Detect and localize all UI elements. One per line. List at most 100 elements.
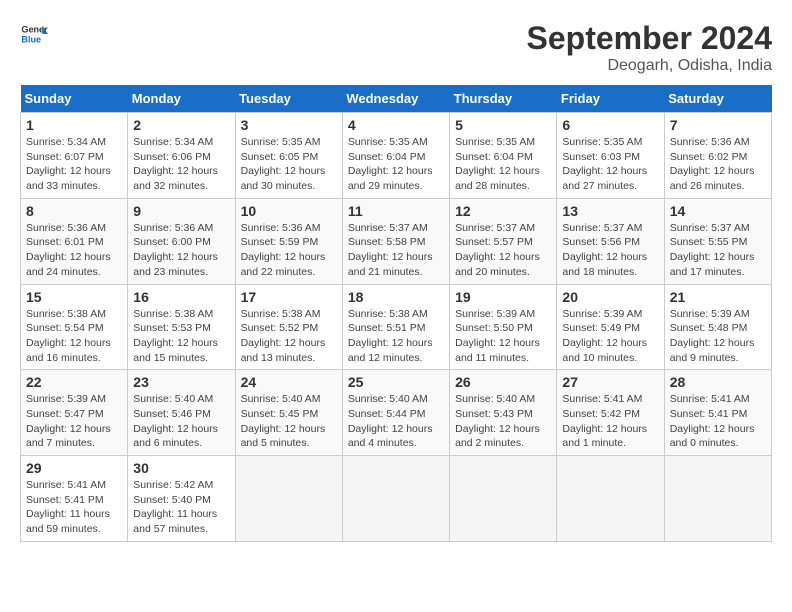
day-number: 19 — [455, 289, 551, 305]
day-number: 25 — [348, 374, 444, 390]
day-number: 26 — [455, 374, 551, 390]
day-number: 1 — [26, 117, 122, 133]
calendar-cell: 7 Sunrise: 5:36 AMSunset: 6:02 PMDaylight… — [664, 113, 771, 199]
column-header-thursday: Thursday — [450, 85, 557, 113]
day-info: Sunrise: 5:37 AMSunset: 5:57 PMDaylight:… — [455, 221, 551, 280]
day-number: 9 — [133, 203, 229, 219]
day-number: 20 — [562, 289, 658, 305]
day-info: Sunrise: 5:37 AMSunset: 5:55 PMDaylight:… — [670, 221, 766, 280]
calendar-cell: 15 Sunrise: 5:38 AMSunset: 5:54 PMDayligh… — [21, 284, 128, 370]
calendar-cell: 30Sunrise: 5:42 AMSunset: 5:40 PMDayligh… — [128, 456, 235, 542]
calendar-cell: 18 Sunrise: 5:38 AMSunset: 5:51 PMDayligh… — [342, 284, 449, 370]
column-header-sunday: Sunday — [21, 85, 128, 113]
calendar-cell: 12 Sunrise: 5:37 AMSunset: 5:57 PMDayligh… — [450, 198, 557, 284]
day-number: 15 — [26, 289, 122, 305]
header-row: SundayMondayTuesdayWednesdayThursdayFrid… — [21, 85, 772, 113]
logo-icon: General Blue — [20, 20, 48, 48]
day-number: 2 — [133, 117, 229, 133]
calendar-cell — [342, 456, 449, 542]
calendar-cell — [557, 456, 664, 542]
day-number: 8 — [26, 203, 122, 219]
day-info: Sunrise: 5:38 AMSunset: 5:53 PMDaylight:… — [133, 307, 229, 366]
calendar-cell: 13Sunrise: 5:37 AMSunset: 5:56 PMDayligh… — [557, 198, 664, 284]
day-number: 6 — [562, 117, 658, 133]
week-row-3: 15 Sunrise: 5:38 AMSunset: 5:54 PMDayligh… — [21, 284, 772, 370]
day-info: Sunrise: 5:37 AMSunset: 5:58 PMDaylight:… — [348, 221, 444, 280]
month-title: September 2024 — [527, 20, 772, 57]
svg-text:Blue: Blue — [21, 34, 41, 44]
day-number: 7 — [670, 117, 766, 133]
calendar-cell: 19Sunrise: 5:39 AMSunset: 5:50 PMDayligh… — [450, 284, 557, 370]
location-title: Deogarh, Odisha, India — [527, 57, 772, 75]
calendar-cell: 6Sunrise: 5:35 AMSunset: 6:03 PMDaylight… — [557, 113, 664, 199]
column-header-tuesday: Tuesday — [235, 85, 342, 113]
day-info: Sunrise: 5:38 AMSunset: 5:52 PMDaylight:… — [241, 307, 337, 366]
day-info: Sunrise: 5:36 AMSunset: 6:01 PMDaylight:… — [26, 221, 122, 280]
day-number: 11 — [348, 203, 444, 219]
title-area: September 2024 Deogarh, Odisha, India — [527, 20, 772, 75]
calendar-cell: 29 Sunrise: 5:41 AMSunset: 5:41 PMDayligh… — [21, 456, 128, 542]
calendar-cell — [235, 456, 342, 542]
day-number: 13 — [562, 203, 658, 219]
calendar-cell: 22Sunrise: 5:39 AMSunset: 5:47 PMDayligh… — [21, 370, 128, 456]
day-info: Sunrise: 5:34 AMSunset: 6:07 PMDaylight:… — [26, 135, 122, 194]
calendar-cell: 1 Sunrise: 5:34 AMSunset: 6:07 PMDaylight… — [21, 113, 128, 199]
day-number: 12 — [455, 203, 551, 219]
day-info: Sunrise: 5:40 AMSunset: 5:43 PMDaylight:… — [455, 392, 551, 451]
day-number: 4 — [348, 117, 444, 133]
day-info: Sunrise: 5:39 AMSunset: 5:49 PMDaylight:… — [562, 307, 658, 366]
day-info: Sunrise: 5:35 AMSunset: 6:04 PMDaylight:… — [348, 135, 444, 194]
day-info: Sunrise: 5:35 AMSunset: 6:04 PMDaylight:… — [455, 135, 551, 194]
day-number: 22 — [26, 374, 122, 390]
day-info: Sunrise: 5:36 AMSunset: 6:00 PMDaylight:… — [133, 221, 229, 280]
calendar-cell: 10Sunrise: 5:36 AMSunset: 5:59 PMDayligh… — [235, 198, 342, 284]
day-number: 30 — [133, 460, 229, 476]
day-number: 28 — [670, 374, 766, 390]
calendar-cell: 14 Sunrise: 5:37 AMSunset: 5:55 PMDayligh… — [664, 198, 771, 284]
day-info: Sunrise: 5:38 AMSunset: 5:51 PMDaylight:… — [348, 307, 444, 366]
day-number: 3 — [241, 117, 337, 133]
calendar-table: SundayMondayTuesdayWednesdayThursdayFrid… — [20, 85, 772, 542]
day-info: Sunrise: 5:36 AMSunset: 6:02 PMDaylight:… — [670, 135, 766, 194]
day-number: 5 — [455, 117, 551, 133]
logo: General Blue — [20, 20, 48, 48]
calendar-cell — [664, 456, 771, 542]
day-number: 29 — [26, 460, 122, 476]
calendar-cell: 5 Sunrise: 5:35 AMSunset: 6:04 PMDaylight… — [450, 113, 557, 199]
day-number: 18 — [348, 289, 444, 305]
week-row-2: 8 Sunrise: 5:36 AMSunset: 6:01 PMDaylight… — [21, 198, 772, 284]
calendar-cell: 3 Sunrise: 5:35 AMSunset: 6:05 PMDaylight… — [235, 113, 342, 199]
calendar-cell: 23 Sunrise: 5:40 AMSunset: 5:46 PMDayligh… — [128, 370, 235, 456]
day-info: Sunrise: 5:38 AMSunset: 5:54 PMDaylight:… — [26, 307, 122, 366]
day-number: 21 — [670, 289, 766, 305]
week-row-1: 1 Sunrise: 5:34 AMSunset: 6:07 PMDaylight… — [21, 113, 772, 199]
calendar-cell: 8 Sunrise: 5:36 AMSunset: 6:01 PMDaylight… — [21, 198, 128, 284]
calendar-cell: 16Sunrise: 5:38 AMSunset: 5:53 PMDayligh… — [128, 284, 235, 370]
column-header-wednesday: Wednesday — [342, 85, 449, 113]
day-number: 17 — [241, 289, 337, 305]
column-header-saturday: Saturday — [664, 85, 771, 113]
calendar-cell: 11 Sunrise: 5:37 AMSunset: 5:58 PMDayligh… — [342, 198, 449, 284]
day-info: Sunrise: 5:41 AMSunset: 5:41 PMDaylight:… — [26, 478, 122, 537]
week-row-4: 22Sunrise: 5:39 AMSunset: 5:47 PMDayligh… — [21, 370, 772, 456]
calendar-cell: 26 Sunrise: 5:40 AMSunset: 5:43 PMDayligh… — [450, 370, 557, 456]
calendar-cell — [450, 456, 557, 542]
day-info: Sunrise: 5:40 AMSunset: 5:46 PMDaylight:… — [133, 392, 229, 451]
column-header-friday: Friday — [557, 85, 664, 113]
calendar-cell: 27Sunrise: 5:41 AMSunset: 5:42 PMDayligh… — [557, 370, 664, 456]
day-info: Sunrise: 5:39 AMSunset: 5:48 PMDaylight:… — [670, 307, 766, 366]
calendar-cell: 25Sunrise: 5:40 AMSunset: 5:44 PMDayligh… — [342, 370, 449, 456]
day-info: Sunrise: 5:41 AMSunset: 5:41 PMDaylight:… — [670, 392, 766, 451]
day-number: 23 — [133, 374, 229, 390]
page-header: General Blue September 2024 Deogarh, Odi… — [20, 20, 772, 75]
day-info: Sunrise: 5:35 AMSunset: 6:05 PMDaylight:… — [241, 135, 337, 194]
day-info: Sunrise: 5:36 AMSunset: 5:59 PMDaylight:… — [241, 221, 337, 280]
day-info: Sunrise: 5:40 AMSunset: 5:45 PMDaylight:… — [241, 392, 337, 451]
calendar-cell: 17 Sunrise: 5:38 AMSunset: 5:52 PMDayligh… — [235, 284, 342, 370]
calendar-cell: 21 Sunrise: 5:39 AMSunset: 5:48 PMDayligh… — [664, 284, 771, 370]
day-number: 14 — [670, 203, 766, 219]
calendar-cell: 4 Sunrise: 5:35 AMSunset: 6:04 PMDaylight… — [342, 113, 449, 199]
day-number: 24 — [241, 374, 337, 390]
day-info: Sunrise: 5:34 AMSunset: 6:06 PMDaylight:… — [133, 135, 229, 194]
calendar-cell: 28 Sunrise: 5:41 AMSunset: 5:41 PMDayligh… — [664, 370, 771, 456]
